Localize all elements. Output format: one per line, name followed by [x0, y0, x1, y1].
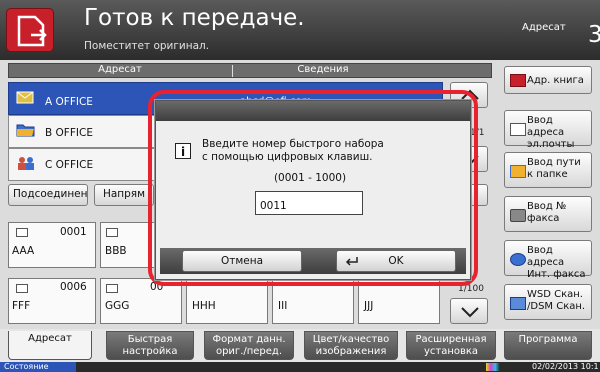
- book-icon: [510, 74, 526, 87]
- chevron-down-icon: [461, 307, 479, 318]
- cell-name: HHH: [192, 300, 216, 312]
- tab-advanced[interactable]: Расширенная установка: [406, 331, 496, 360]
- folder-icon: [510, 165, 526, 178]
- envelope-icon: [16, 228, 28, 237]
- folder-icon: [16, 122, 36, 138]
- enter-icon: [345, 257, 358, 266]
- column-details: Сведения: [297, 64, 349, 75]
- cell-name: BBB: [105, 245, 127, 257]
- quick-dial-number-input[interactable]: [255, 191, 363, 215]
- address-book-button[interactable]: Адр. книга: [504, 66, 592, 94]
- globe-icon: [510, 253, 526, 266]
- fax-icon: [510, 209, 526, 222]
- tab-quick-setup[interactable]: Быстрая настройка: [106, 331, 194, 360]
- page-subtitle: Поместитет оригинал.: [84, 40, 210, 52]
- destination-count: 3: [588, 22, 600, 48]
- column-destination: Адресат: [98, 64, 142, 75]
- envelope-icon: [106, 228, 118, 237]
- dialog-message-line1: Введите номер быстрого набора: [202, 138, 384, 150]
- direct-button[interactable]: Напрям: [94, 184, 154, 206]
- email-entry-button[interactable]: Ввод адреса эл.почты: [504, 110, 592, 150]
- fax-number-button[interactable]: Ввод № факса: [504, 196, 592, 232]
- page-title: Готов к передаче.: [84, 5, 305, 31]
- list-item-name: B OFFICE: [45, 127, 93, 139]
- wsd-scan-button[interactable]: WSD Скан. /DSM Скан.: [504, 284, 592, 320]
- grid-scroll-down-button[interactable]: [450, 298, 488, 324]
- internet-fax-button[interactable]: Ввод адреса Инт. факса: [504, 240, 592, 280]
- send-icon: [6, 8, 54, 52]
- ok-label: OK: [388, 255, 404, 267]
- envelope-icon: [16, 90, 36, 106]
- status-bar: [0, 362, 600, 372]
- dialog-range: (0001 - 1000): [273, 172, 347, 184]
- dialog-message: Введите номер быстрого набора с помощью …: [202, 138, 384, 164]
- cell-name: III: [278, 300, 288, 312]
- status-datetime: 02/02/2013 10:1: [532, 362, 599, 371]
- scanner-icon: [510, 297, 526, 310]
- cell-name: GGG: [105, 300, 130, 312]
- cell-name: AAA: [12, 245, 35, 257]
- dialog-title-bar: [156, 101, 470, 121]
- list-item-name: A OFFICE: [45, 96, 93, 108]
- cancel-button[interactable]: Отмена: [182, 250, 302, 272]
- envelope-icon: [106, 284, 118, 293]
- ok-button[interactable]: OK: [336, 250, 456, 272]
- info-icon: i: [175, 143, 191, 159]
- cell-number: 0006: [60, 281, 87, 293]
- tab-program[interactable]: Программа: [504, 331, 592, 360]
- group-icon: [16, 155, 36, 171]
- tab-destination[interactable]: Адресат: [8, 331, 92, 360]
- folder-path-button[interactable]: Ввод пути к папке: [504, 152, 592, 188]
- status-button[interactable]: Состояние: [0, 362, 76, 372]
- tab-color-quality[interactable]: Цвет/качество изображения: [304, 331, 398, 360]
- tab-data-format[interactable]: Формат данн. ориг./перед.: [204, 331, 294, 360]
- envelope-icon: [510, 123, 526, 136]
- connected-button[interactable]: Подсоединен о: [8, 184, 88, 206]
- envelope-icon: [16, 284, 28, 293]
- dialog-message-line2: с помощью цифровых клавиш.: [202, 151, 373, 163]
- destination-label: Адресат: [522, 22, 566, 33]
- toner-icon: [486, 363, 500, 371]
- cell-name: JJJ: [364, 300, 374, 312]
- list-item-name: C OFFICE: [45, 159, 94, 171]
- cell-number: 0001: [60, 226, 87, 238]
- cell-name: FFF: [12, 300, 31, 312]
